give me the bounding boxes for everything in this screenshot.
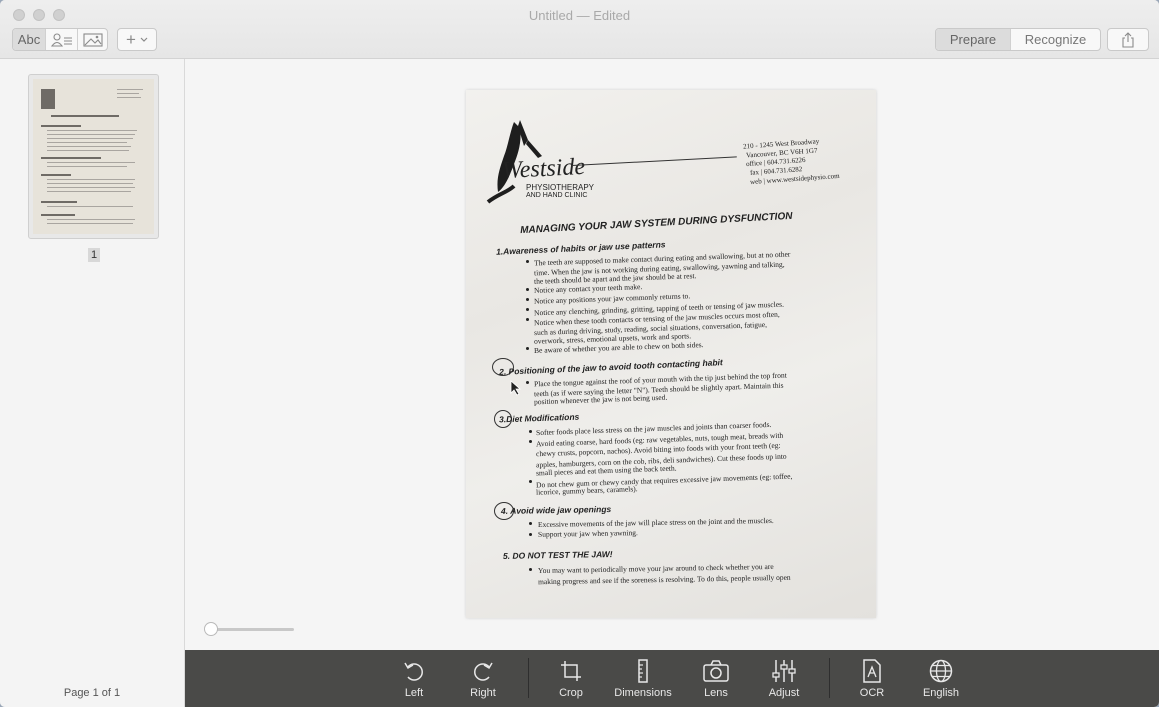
add-button[interactable]: + <box>117 28 157 51</box>
section-5-line-2: making progress and see if the soreness … <box>537 572 791 587</box>
title-bar: Untitled — Edited Abc + Prepare Recogniz… <box>0 0 1159 59</box>
document-heading: MANAGING YOUR JAW SYSTEM DURING DYSFUNCT… <box>519 210 793 237</box>
section-4-title: 4. Avoid wide jaw openings <box>500 504 612 516</box>
zoom-slider-track[interactable] <box>211 628 294 631</box>
page-number-badge: 1 <box>88 248 100 262</box>
crop-button[interactable]: Crop <box>550 650 592 707</box>
recognize-tab[interactable]: Recognize <box>1011 29 1100 50</box>
rotate-left-label: Left <box>404 687 424 699</box>
rotate-left-button[interactable]: Left <box>393 650 435 707</box>
letterhead-rule <box>571 156 737 166</box>
zoom-slider-knob[interactable] <box>204 622 218 636</box>
mouse-pointer-icon <box>510 380 522 396</box>
adjust-label: Adjust <box>768 687 800 699</box>
toolbar-divider <box>829 658 830 698</box>
section-4-line-1: Excessive movements of the jaw will plac… <box>537 515 774 530</box>
logo-wordmark: Westside <box>501 153 586 185</box>
contacts-icon <box>50 32 72 47</box>
dimensions-label: Dimensions <box>614 687 672 699</box>
camera-icon <box>703 660 729 682</box>
lens-button[interactable]: Lens <box>695 650 737 707</box>
rotate-right-button[interactable]: Right <box>462 650 504 707</box>
bullet <box>526 381 529 384</box>
language-label: English <box>922 687 960 699</box>
contacts-view-button[interactable] <box>46 29 78 50</box>
bullet <box>526 318 529 321</box>
ocr-label: OCR <box>859 687 885 699</box>
chevron-down-icon <box>140 37 148 42</box>
bullet <box>529 430 532 433</box>
bullet <box>529 480 532 483</box>
page-count-label: Page 1 of 1 <box>63 687 121 699</box>
share-button[interactable] <box>1107 28 1149 51</box>
prepare-tab[interactable]: Prepare <box>936 29 1011 50</box>
view-mode-segmented-control: Abc <box>12 28 108 51</box>
mode-segmented-control: Prepare Recognize <box>935 28 1101 51</box>
bullet <box>526 288 529 291</box>
section-3-title: 3.Diet Modifications <box>498 411 580 425</box>
section-5-title: 5. DO NOT TEST THE JAW! <box>502 549 613 561</box>
bullet <box>526 260 529 263</box>
document-canvas: Westside PHYSIOTHERAPY AND HAND CLINIC 2… <box>185 59 1159 650</box>
page-sidebar: 1 Page 1 of 1 <box>0 59 185 707</box>
globe-icon <box>929 659 953 683</box>
bullet <box>526 298 529 301</box>
image-icon <box>82 32 103 47</box>
rotate-left-icon <box>404 662 423 681</box>
edit-toolbar: Left Right Crop Dimensions Lens Adjust O… <box>185 650 1159 707</box>
toolbar-divider <box>528 658 529 698</box>
window-title: Untitled — Edited <box>528 8 631 23</box>
adjust-button[interactable]: Adjust <box>763 650 805 707</box>
text-view-button[interactable]: Abc <box>13 29 46 50</box>
language-button[interactable]: English <box>915 650 967 707</box>
share-icon <box>1122 31 1134 48</box>
app-window: Untitled — Edited Abc + Prepare Recogniz… <box>0 0 1159 707</box>
dimensions-icon <box>638 659 648 683</box>
bullet <box>526 308 529 311</box>
bullet <box>526 347 529 350</box>
section-4-line-2: Support your jaw when yawning. <box>537 528 638 539</box>
crop-icon <box>561 661 581 681</box>
page-thumbnail-image <box>33 79 154 234</box>
logo-subtitle-1: PHYSIOTHERAPY <box>526 183 595 192</box>
rotate-right-icon <box>474 662 493 681</box>
bullet <box>529 522 532 525</box>
image-view-button[interactable] <box>78 29 107 50</box>
sliders-icon <box>772 660 796 682</box>
logo-subtitle-2: AND HAND CLINIC <box>526 192 588 199</box>
bullet <box>529 533 532 536</box>
plus-icon: + <box>126 29 136 49</box>
scanned-document[interactable]: Westside PHYSIOTHERAPY AND HAND CLINIC 2… <box>466 90 876 618</box>
bullet <box>529 568 532 571</box>
bullet <box>529 440 532 443</box>
rotate-right-label: Right <box>470 687 496 699</box>
dimensions-button[interactable]: Dimensions <box>608 650 678 707</box>
ocr-document-icon <box>863 659 881 683</box>
crop-label: Crop <box>559 687 583 699</box>
page-thumbnail[interactable] <box>28 74 159 239</box>
ocr-button[interactable]: OCR <box>851 650 893 707</box>
lens-label: Lens <box>704 687 728 699</box>
